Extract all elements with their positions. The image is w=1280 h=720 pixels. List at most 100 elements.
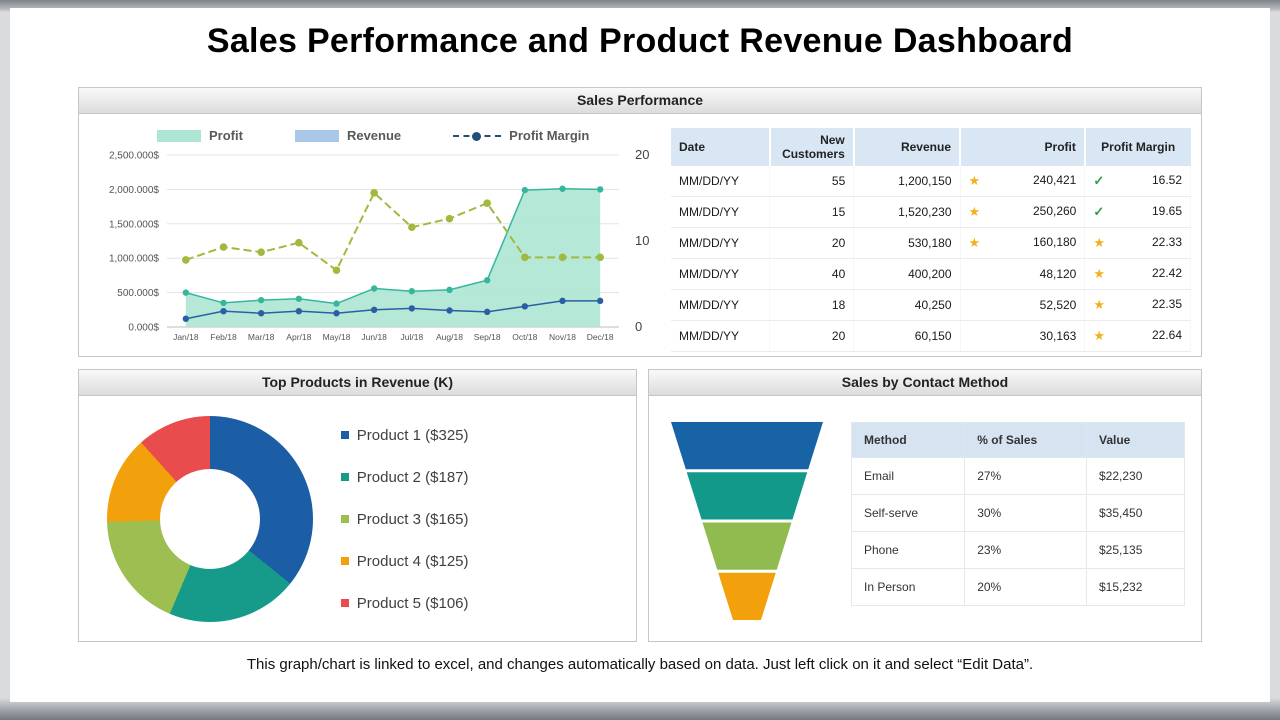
footer-note: This graph/chart is linked to excel, and… bbox=[10, 656, 1270, 673]
cell-value: $22,230 bbox=[1087, 458, 1185, 495]
cell-profit-margin: ★22.64 bbox=[1085, 321, 1191, 352]
sales-performance-panel-header: Sales Performance bbox=[79, 88, 1201, 114]
product-3-swatch-icon bbox=[341, 515, 349, 523]
product-4-swatch-icon bbox=[341, 557, 349, 565]
sales-performance-table[interactable]: Date New Customers Revenue Profit Profit… bbox=[671, 128, 1191, 352]
star-icon: ★ bbox=[969, 173, 981, 189]
cell-profit-margin: ★22.35 bbox=[1085, 290, 1191, 321]
svg-text:2,000.000$: 2,000.000$ bbox=[109, 185, 159, 196]
column-header-pct: % of Sales bbox=[965, 423, 1087, 458]
cell-new-customers: 20 bbox=[770, 228, 854, 259]
cell-new-customers: 18 bbox=[770, 290, 854, 321]
product-3-label: Product 3 ($165) bbox=[357, 511, 469, 528]
table-row: Phone 23% $25,135 bbox=[852, 532, 1185, 569]
margin-status-icon: ★ bbox=[1093, 266, 1105, 282]
product-4-label: Product 4 ($125) bbox=[357, 553, 469, 570]
svg-text:1,000.000$: 1,000.000$ bbox=[109, 254, 159, 265]
legend-item-revenue: Revenue bbox=[295, 128, 401, 143]
table-row: MM/DD/YY 15 1,520,230 ★250,260 ✓19.65 bbox=[671, 197, 1191, 228]
table-row: MM/DD/YY 40 400,200 48,120 ★22.42 bbox=[671, 259, 1191, 290]
svg-text:1,500.000$: 1,500.000$ bbox=[109, 219, 159, 230]
legend-item-product-2: Product 2 ($187) bbox=[341, 469, 469, 486]
top-products-panel-header: Top Products in Revenue (K) bbox=[79, 370, 636, 396]
cell-new-customers: 40 bbox=[770, 259, 854, 290]
svg-text:Apr/18: Apr/18 bbox=[286, 332, 311, 342]
cell-date: MM/DD/YY bbox=[671, 228, 770, 259]
svg-text:Jan/18: Jan/18 bbox=[173, 332, 199, 342]
cell-profit-margin: ✓19.65 bbox=[1085, 197, 1191, 228]
product-5-label: Product 5 ($106) bbox=[357, 595, 469, 612]
margin-status-icon: ✓ bbox=[1093, 173, 1104, 189]
funnel-chart[interactable] bbox=[667, 422, 827, 620]
cell-pct: 30% bbox=[965, 495, 1087, 532]
svg-text:Sep/18: Sep/18 bbox=[474, 332, 501, 342]
cell-method: Phone bbox=[852, 532, 965, 569]
product-1-label: Product 1 ($325) bbox=[357, 427, 469, 444]
cell-date: MM/DD/YY bbox=[671, 290, 770, 321]
cell-pct: 20% bbox=[965, 569, 1087, 606]
contact-method-table[interactable]: Method % of Sales Value Email 27% $22,23… bbox=[851, 422, 1185, 606]
sales-performance-chart[interactable]: Profit Revenue Profit Margin 0.000$500.0… bbox=[79, 114, 669, 357]
cell-new-customers: 20 bbox=[770, 321, 854, 352]
svg-text:Jul/18: Jul/18 bbox=[400, 332, 423, 342]
profit-margin-line-icon bbox=[453, 135, 501, 137]
sales-performance-title: Sales Performance bbox=[577, 92, 703, 108]
product-2-swatch-icon bbox=[341, 473, 349, 481]
star-icon: ★ bbox=[969, 204, 981, 220]
cell-revenue: 1,520,230 bbox=[854, 197, 960, 228]
column-header-method: Method bbox=[852, 423, 965, 458]
table-row: MM/DD/YY 20 530,180 ★160,180 ★22.33 bbox=[671, 228, 1191, 259]
column-header-new-customers: New Customers bbox=[770, 128, 854, 166]
top-products-title: Top Products in Revenue (K) bbox=[262, 374, 453, 390]
cell-pct: 23% bbox=[965, 532, 1087, 569]
column-header-revenue: Revenue bbox=[854, 128, 960, 166]
svg-text:Oct/18: Oct/18 bbox=[512, 332, 537, 342]
dashboard-slide: Sales Performance and Product Revenue Da… bbox=[10, 8, 1270, 702]
cell-pct: 27% bbox=[965, 458, 1087, 495]
combo-chart-svg[interactable]: 0.000$500.000$1,000.000$1,500.000$2,000.… bbox=[79, 143, 667, 353]
donut-legend: Product 1 ($325) Product 2 ($187) Produc… bbox=[341, 427, 469, 612]
table-header-row: Date New Customers Revenue Profit Profit… bbox=[671, 128, 1191, 166]
cell-value: $15,232 bbox=[1087, 569, 1185, 606]
svg-text:May/18: May/18 bbox=[323, 332, 351, 342]
top-products-panel: Top Products in Revenue (K) Product 1 ($… bbox=[78, 369, 637, 642]
cell-profit: 48,120 bbox=[960, 259, 1085, 290]
legend-item-product-4: Product 4 ($125) bbox=[341, 553, 469, 570]
revenue-swatch-icon bbox=[295, 130, 339, 142]
table-row: Self-serve 30% $35,450 bbox=[852, 495, 1185, 532]
legend-item-profit-margin: Profit Margin bbox=[453, 128, 589, 143]
cell-profit: 52,520 bbox=[960, 290, 1085, 321]
table-row: MM/DD/YY 18 40,250 52,520 ★22.35 bbox=[671, 290, 1191, 321]
cell-revenue: 400,200 bbox=[854, 259, 960, 290]
cell-value: $35,450 bbox=[1087, 495, 1185, 532]
svg-text:10: 10 bbox=[635, 233, 649, 248]
cell-profit-margin: ★22.42 bbox=[1085, 259, 1191, 290]
cell-date: MM/DD/YY bbox=[671, 197, 770, 228]
cell-method: Email bbox=[852, 458, 965, 495]
donut-chart[interactable] bbox=[107, 416, 313, 622]
svg-text:500.000$: 500.000$ bbox=[117, 288, 159, 299]
product-5-swatch-icon bbox=[341, 599, 349, 607]
cell-profit-margin: ★22.33 bbox=[1085, 228, 1191, 259]
contact-method-title: Sales by Contact Method bbox=[842, 374, 1008, 390]
cell-profit-margin: ✓16.52 bbox=[1085, 166, 1191, 197]
legend-label-revenue: Revenue bbox=[347, 128, 401, 143]
product-2-label: Product 2 ($187) bbox=[357, 469, 469, 486]
cell-value: $25,135 bbox=[1087, 532, 1185, 569]
table-row: Email 27% $22,230 bbox=[852, 458, 1185, 495]
cell-revenue: 1,200,150 bbox=[854, 166, 960, 197]
legend-item-profit: Profit bbox=[157, 128, 243, 143]
cell-profit: ★250,260 bbox=[960, 197, 1085, 228]
legend-item-product-3: Product 3 ($165) bbox=[341, 511, 469, 528]
cell-profit: ★240,421 bbox=[960, 166, 1085, 197]
product-1-swatch-icon bbox=[341, 431, 349, 439]
column-header-value: Value bbox=[1087, 423, 1185, 458]
cell-profit: 30,163 bbox=[960, 321, 1085, 352]
margin-status-icon: ★ bbox=[1093, 328, 1105, 344]
svg-text:Dec/18: Dec/18 bbox=[587, 332, 614, 342]
cell-date: MM/DD/YY bbox=[671, 259, 770, 290]
cell-new-customers: 15 bbox=[770, 197, 854, 228]
margin-status-icon: ★ bbox=[1093, 235, 1105, 251]
svg-text:0: 0 bbox=[635, 319, 642, 334]
legend-item-product-5: Product 5 ($106) bbox=[341, 595, 469, 612]
